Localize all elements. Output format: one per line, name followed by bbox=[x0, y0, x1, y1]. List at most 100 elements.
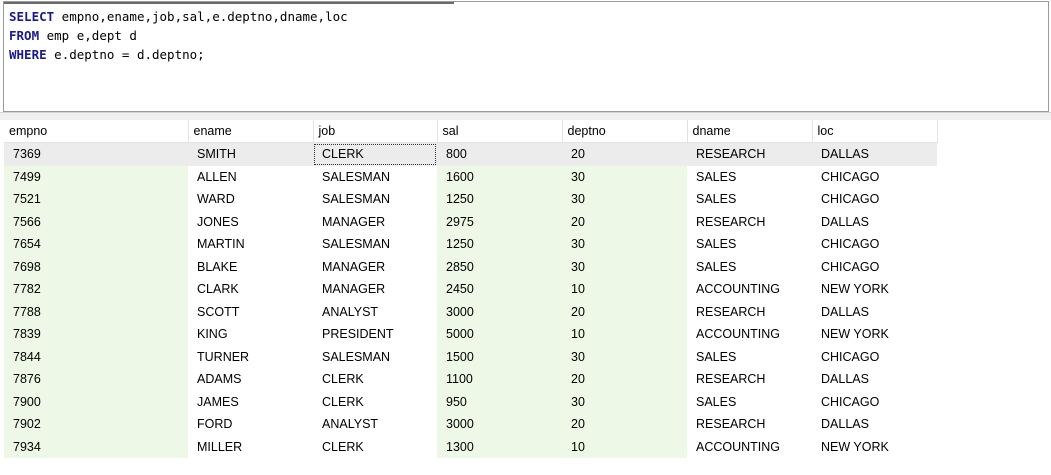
cell-dname[interactable]: RESEARCH bbox=[687, 368, 812, 391]
cell-sal[interactable]: 800 bbox=[437, 142, 562, 166]
cell-sal[interactable]: 950 bbox=[437, 390, 562, 413]
column-header-empno[interactable]: empno bbox=[4, 120, 189, 143]
table-row[interactable]: 7934 MILLER CLERK 1300 10 ACCOUNTING NEW YORK bbox=[4, 435, 937, 458]
cell-ename[interactable]: FORD bbox=[188, 413, 313, 436]
cell-sal[interactable]: 3000 bbox=[437, 413, 562, 436]
cell-deptno[interactable]: 10 bbox=[562, 278, 687, 301]
cell-deptno[interactable]: 30 bbox=[562, 390, 687, 413]
cell-job[interactable]: CLERK bbox=[313, 390, 437, 413]
cell-loc[interactable]: DALLAS bbox=[812, 368, 937, 391]
sql-editor[interactable]: SELECT empno,ename,job,sal,e.deptno,dnam… bbox=[3, 1, 1049, 112]
table-row[interactable]: 7698 BLAKE MANAGER 2850 30 SALES CHICAGO bbox=[4, 255, 937, 278]
cell-deptno[interactable]: 10 bbox=[562, 323, 687, 346]
cell-deptno[interactable]: 30 bbox=[562, 188, 687, 211]
cell-dname[interactable]: RESEARCH bbox=[687, 210, 812, 233]
cell-sal[interactable]: 5000 bbox=[437, 323, 562, 346]
cell-sal[interactable]: 1600 bbox=[437, 165, 562, 188]
cell-job[interactable]: CLERK bbox=[313, 435, 437, 458]
table-row[interactable]: 7566 JONES MANAGER 2975 20 RESEARCH DALLAS bbox=[4, 210, 937, 233]
cell-ename[interactable]: SCOTT bbox=[188, 300, 313, 323]
cell-loc[interactable]: CHICAGO bbox=[812, 165, 937, 188]
cell-dname[interactable]: SALES bbox=[687, 233, 812, 256]
cell-job[interactable]: MANAGER bbox=[313, 278, 437, 301]
cell-ename[interactable]: ALLEN bbox=[188, 165, 313, 188]
cell-loc[interactable]: CHICAGO bbox=[812, 188, 937, 211]
cell-deptno[interactable]: 30 bbox=[562, 165, 687, 188]
cell-job[interactable]: SALESMAN bbox=[313, 165, 437, 188]
cell-job[interactable]: PRESIDENT bbox=[313, 323, 437, 346]
cell-sal[interactable]: 1250 bbox=[437, 233, 562, 256]
cell-loc[interactable]: CHICAGO bbox=[812, 255, 937, 278]
cell-deptno[interactable]: 30 bbox=[562, 345, 687, 368]
cell-empno[interactable]: 7876 bbox=[4, 368, 188, 391]
cell-empno[interactable]: 7698 bbox=[4, 255, 188, 278]
cell-empno[interactable]: 7839 bbox=[4, 323, 188, 346]
cell-job[interactable]: ANALYST bbox=[313, 300, 437, 323]
results-grid[interactable]: empno ename job sal deptno dname loc 7369 SMITH… bbox=[4, 120, 1051, 475]
cell-deptno[interactable]: 20 bbox=[562, 300, 687, 323]
cell-empno[interactable]: 7369 bbox=[4, 142, 188, 166]
table-row[interactable]: 7839 KING PRESIDENT 5000 10 ACCOUNTING NEW YOR… bbox=[4, 323, 937, 346]
cell-dname[interactable]: SALES bbox=[687, 390, 812, 413]
cell-deptno[interactable]: 20 bbox=[562, 413, 687, 436]
cell-dname[interactable]: SALES bbox=[687, 165, 812, 188]
column-header-dname[interactable]: dname bbox=[687, 120, 813, 143]
cell-empno[interactable]: 7566 bbox=[4, 210, 188, 233]
cell-ename[interactable]: TURNER bbox=[188, 345, 313, 368]
table-row[interactable]: 7844 TURNER SALESMAN 1500 30 SALES CHICAGO bbox=[4, 345, 937, 368]
cell-loc[interactable]: DALLAS bbox=[812, 413, 937, 436]
cell-loc[interactable]: NEW YORK bbox=[812, 278, 937, 301]
cell-job[interactable]: ANALYST bbox=[313, 413, 437, 436]
cell-ename[interactable]: JONES bbox=[188, 210, 313, 233]
table-row[interactable]: 7788 SCOTT ANALYST 3000 20 RESEARCH DALLAS bbox=[4, 300, 937, 323]
cell-empno[interactable]: 7521 bbox=[4, 188, 188, 211]
cell-empno[interactable]: 7499 bbox=[4, 165, 188, 188]
table-row[interactable]: 7499 ALLEN SALESMAN 1600 30 SALES CHICAGO bbox=[4, 165, 937, 188]
cell-sal[interactable]: 1100 bbox=[437, 368, 562, 391]
cell-job[interactable]: SALESMAN bbox=[313, 345, 437, 368]
cell-dname[interactable]: ACCOUNTING bbox=[687, 435, 812, 458]
cell-ename[interactable]: WARD bbox=[188, 188, 313, 211]
cell-loc[interactable]: CHICAGO bbox=[812, 390, 937, 413]
cell-dname[interactable]: RESEARCH bbox=[687, 300, 812, 323]
cell-sal[interactable]: 1500 bbox=[437, 345, 562, 368]
cell-dname[interactable]: SALES bbox=[687, 255, 812, 278]
cell-sal[interactable]: 1250 bbox=[437, 188, 562, 211]
column-header-loc[interactable]: loc bbox=[812, 120, 938, 143]
cell-loc[interactable]: DALLAS bbox=[812, 210, 937, 233]
table-row[interactable]: 7654 MARTIN SALESMAN 1250 30 SALES CHICAGO bbox=[4, 233, 937, 256]
cell-ename[interactable]: KING bbox=[188, 323, 313, 346]
cell-empno[interactable]: 7900 bbox=[4, 390, 188, 413]
cell-sal[interactable]: 2975 bbox=[437, 210, 562, 233]
table-row[interactable]: 7369 SMITH CLERK 800 20 RESEARCH DALLAS bbox=[4, 142, 937, 166]
cell-sal[interactable]: 2450 bbox=[437, 278, 562, 301]
cell-job[interactable]: MANAGER bbox=[313, 210, 437, 233]
cell-loc[interactable]: NEW YORK bbox=[812, 435, 937, 458]
table-row[interactable]: 7782 CLARK MANAGER 2450 10 ACCOUNTING NEW YORK bbox=[4, 278, 937, 301]
cell-ename[interactable]: SMITH bbox=[188, 142, 313, 166]
cell-ename[interactable]: MARTIN bbox=[188, 233, 313, 256]
cell-deptno[interactable]: 10 bbox=[562, 435, 687, 458]
cell-sal[interactable]: 3000 bbox=[437, 300, 562, 323]
sql-code[interactable]: SELECT empno,ename,job,sal,e.deptno,dnam… bbox=[9, 7, 348, 64]
table-row[interactable]: 7876 ADAMS CLERK 1100 20 RESEARCH DALLAS bbox=[4, 368, 937, 391]
cell-empno[interactable]: 7902 bbox=[4, 413, 188, 436]
cell-job[interactable]: SALESMAN bbox=[313, 233, 437, 256]
cell-empno[interactable]: 7844 bbox=[4, 345, 188, 368]
table-row[interactable]: 7902 FORD ANALYST 3000 20 RESEARCH DALLAS bbox=[4, 413, 937, 436]
cell-dname[interactable]: RESEARCH bbox=[687, 413, 812, 436]
cell-ename[interactable]: CLARK bbox=[188, 278, 313, 301]
cell-ename[interactable]: BLAKE bbox=[188, 255, 313, 278]
cell-dname[interactable]: RESEARCH bbox=[687, 142, 812, 166]
cell-loc[interactable]: DALLAS bbox=[812, 300, 937, 323]
cell-dname[interactable]: SALES bbox=[687, 345, 812, 368]
cell-deptno[interactable]: 20 bbox=[562, 368, 687, 391]
cell-empno[interactable]: 7654 bbox=[4, 233, 188, 256]
cell-ename[interactable]: MILLER bbox=[188, 435, 313, 458]
cell-loc[interactable]: DALLAS bbox=[812, 142, 937, 166]
cell-loc[interactable]: NEW YORK bbox=[812, 323, 937, 346]
column-header-sal[interactable]: sal bbox=[437, 120, 563, 143]
cell-dname[interactable]: ACCOUNTING bbox=[687, 323, 812, 346]
cell-loc[interactable]: CHICAGO bbox=[812, 233, 937, 256]
cell-job[interactable]: CLERK bbox=[313, 368, 437, 391]
